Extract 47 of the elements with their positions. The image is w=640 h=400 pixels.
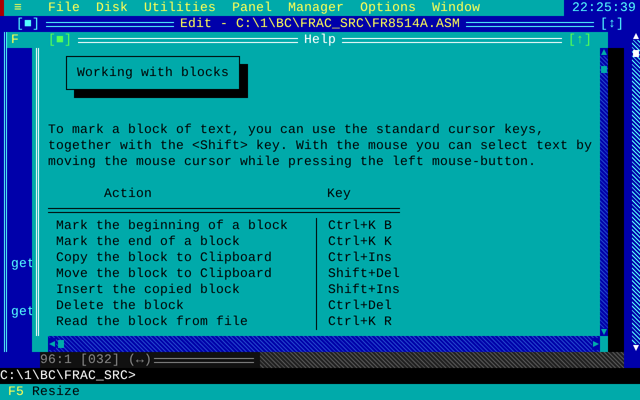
zoom-box[interactable]: [↑] — [568, 32, 592, 48]
column-header: Key — [326, 186, 352, 202]
system-menu[interactable]: ≡ — [4, 0, 32, 16]
horizontal-scrollbar[interactable] — [260, 352, 624, 368]
table-cell-text: Mark the beginning of a block — [55, 218, 290, 234]
window-title: Help — [304, 32, 336, 48]
menu-item[interactable]: Window — [432, 0, 480, 16]
menu-item[interactable]: Manager — [288, 0, 344, 16]
menu-item[interactable]: Utilities — [144, 0, 216, 16]
table-cell-text: Insert the copied block — [55, 282, 242, 298]
menu-item[interactable]: Panel — [232, 0, 272, 16]
window-title: Edit - C:\1\BC\FRAC_SRC\FR8514A.ASM — [180, 16, 460, 32]
table-cell-text: Delete the block — [55, 298, 186, 314]
menu-item[interactable]: Disk — [96, 0, 128, 16]
table-cell: Shift+Ins — [316, 282, 400, 298]
cursor-position: 96:1 [032] (↔) — [40, 352, 152, 368]
table-cell: Ctrl+K R — [316, 314, 392, 330]
vertical-scrollbar[interactable] — [600, 48, 608, 336]
table-cell-text: Move the block to Clipboard — [55, 266, 274, 282]
scroll-thumb[interactable] — [601, 66, 607, 73]
command-prompt[interactable]: C:\1\BC\FRAC_SRC> — [0, 368, 136, 384]
menu-item[interactable]: File — [48, 0, 80, 16]
table-cell-text: Read the block from file — [55, 314, 250, 330]
table-cell: Ctrl+K K — [316, 234, 392, 250]
scroll-thumb[interactable] — [58, 340, 64, 348]
down-arrow-icon[interactable] — [632, 344, 640, 352]
left-arrow-icon[interactable] — [48, 338, 56, 350]
table-cell-text: Copy the block to Clipboard — [55, 250, 274, 266]
code-text: get — [11, 256, 36, 272]
right-arrow-icon[interactable] — [592, 338, 600, 350]
table-cell: Ctrl+K B — [316, 218, 392, 234]
clock: 22:25:39 — [564, 0, 640, 16]
close-box[interactable]: [■] — [16, 16, 40, 32]
help-paragraph: To mark a block of text, you can use the standard cursor keys, together with the <Shift> key. With the mouse you can select text by moving the mouse cursor while pressing the left mouse-button. — [48, 122, 594, 170]
table-cell: Shift+Del — [316, 266, 400, 282]
zoom-box[interactable]: [↕] — [600, 16, 624, 32]
function-key[interactable]: F5 Resize — [8, 384, 80, 399]
horizontal-scrollbar[interactable] — [48, 336, 600, 352]
up-arrow-icon[interactable] — [632, 32, 640, 40]
table-cell: Ctrl+Del — [316, 298, 392, 314]
menu-item[interactable]: Options — [360, 0, 416, 16]
table-cell-text: Mark the end of a block — [55, 234, 242, 250]
column-header: Action — [103, 186, 154, 202]
code-text: get — [11, 304, 36, 320]
close-box[interactable]: [■] — [48, 32, 72, 48]
table-cell: Ctrl+Ins — [316, 250, 392, 266]
scroll-thumb[interactable] — [633, 50, 639, 57]
